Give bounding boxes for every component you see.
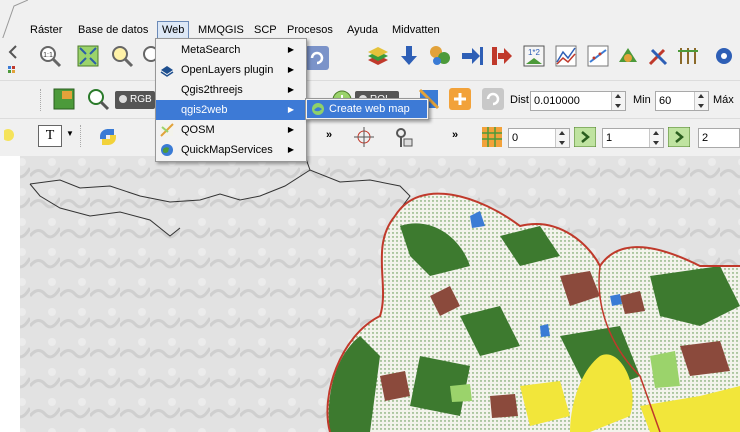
menu-item-qosm[interactable]: QOSM ▶ bbox=[156, 120, 306, 140]
band-value-3: 2 bbox=[702, 132, 709, 144]
min-spinbox[interactable]: 60 bbox=[655, 91, 709, 111]
import-icon[interactable] bbox=[460, 44, 484, 68]
menu-item-label: QOSM bbox=[181, 124, 215, 136]
rgb-dot-icon bbox=[119, 95, 127, 104]
tree-icon[interactable] bbox=[676, 44, 700, 68]
annotation-icon[interactable] bbox=[4, 127, 20, 143]
grip-dots-icon bbox=[8, 66, 15, 73]
refresh-icon[interactable] bbox=[305, 46, 329, 70]
band-spinbox-2[interactable]: 1 bbox=[602, 128, 664, 148]
zoom-layer-icon[interactable] bbox=[110, 44, 134, 68]
menu-item-metasearch[interactable]: MetaSearch ▶ bbox=[156, 40, 306, 60]
toolbar-separator bbox=[40, 89, 45, 111]
menu-help[interactable]: Ayuda bbox=[343, 22, 382, 38]
menu-item-label: QuickMapServices bbox=[181, 144, 273, 156]
toolbar-row-3: T ▼ » » 0 1 2 bbox=[0, 118, 740, 157]
create-web-map-label: Create web map bbox=[329, 103, 410, 115]
min-label: Min bbox=[633, 94, 651, 106]
spectral-plot-icon[interactable] bbox=[554, 44, 578, 68]
add-icon[interactable] bbox=[448, 87, 472, 111]
map-rendering bbox=[0, 156, 740, 432]
menu-mmqgis[interactable]: MMQGIS bbox=[194, 22, 248, 38]
scatter-plot-icon[interactable] bbox=[586, 44, 610, 68]
band-calc-icon[interactable]: 1*2 bbox=[522, 44, 546, 68]
spin-arrows-icon[interactable] bbox=[611, 92, 625, 110]
max-label: Máx bbox=[713, 94, 734, 106]
menu-item-label: qgis2web bbox=[181, 104, 228, 116]
create-web-map-item[interactable]: Create web map bbox=[307, 100, 427, 118]
menu-web[interactable]: Web bbox=[157, 21, 190, 39]
spin-arrows-icon[interactable] bbox=[694, 92, 708, 110]
spin-arrows-icon[interactable] bbox=[555, 129, 569, 147]
python-icon[interactable] bbox=[96, 125, 120, 149]
next-band-icon-2[interactable] bbox=[668, 127, 690, 147]
dist-spinbox[interactable]: 0.010000 bbox=[530, 91, 626, 111]
menu-item-quickmapservices[interactable]: QuickMapServices ▶ bbox=[156, 140, 306, 160]
menu-database[interactable]: Base de datos bbox=[74, 22, 152, 38]
rgb-label: RGB bbox=[130, 94, 152, 105]
menu-item-qgis2threejs[interactable]: Qgis2threejs ▶ bbox=[156, 80, 306, 100]
globe-icon bbox=[161, 144, 173, 156]
more-tools-button[interactable]: » bbox=[326, 129, 332, 141]
submenu-arrow-icon: ▶ bbox=[287, 105, 294, 114]
menu-processes[interactable]: Procesos bbox=[283, 22, 337, 38]
submenu-arrow-icon: ▶ bbox=[287, 85, 294, 94]
pan-back-icon[interactable] bbox=[6, 42, 30, 66]
qgis2web-icon bbox=[312, 103, 324, 115]
svg-text:1:1: 1:1 bbox=[43, 52, 53, 59]
more-tools-button-2[interactable]: » bbox=[452, 129, 458, 141]
dropdown-arrow-icon[interactable]: ▼ bbox=[66, 129, 74, 138]
min-value: 60 bbox=[659, 95, 672, 107]
submenu-arrow-icon: ▶ bbox=[287, 65, 294, 74]
toolbar-row-1: 1:1 1*2 bbox=[0, 38, 740, 80]
submenu-arrow-icon: ▶ bbox=[287, 145, 294, 154]
identify-pin-icon[interactable] bbox=[391, 125, 415, 149]
reset-icon[interactable] bbox=[481, 87, 505, 111]
zoom-full-icon[interactable] bbox=[76, 44, 100, 68]
map-canvas[interactable] bbox=[0, 156, 740, 432]
menu-bar: Ráster Base de datos Web MMQGIS SCP Proc… bbox=[0, 0, 740, 46]
settings-icon[interactable] bbox=[712, 44, 736, 68]
raster-input-icon[interactable] bbox=[52, 87, 76, 111]
toolbar-separator bbox=[80, 125, 85, 147]
zoom-pan-icon[interactable] bbox=[86, 87, 110, 111]
plugins-puzzle-icon[interactable] bbox=[428, 44, 452, 68]
svg-text:1*2: 1*2 bbox=[528, 48, 541, 57]
submenu-arrow-icon: ▶ bbox=[287, 45, 294, 54]
classification-icon[interactable] bbox=[616, 44, 640, 68]
menu-item-openlayers[interactable]: OpenLayers plugin ▶ bbox=[156, 60, 306, 80]
band-spinbox-3[interactable]: 2 bbox=[698, 128, 740, 148]
qgis2web-submenu: Create web map bbox=[305, 98, 429, 120]
dist-value: 0.010000 bbox=[534, 95, 580, 107]
menu-scp[interactable]: SCP bbox=[250, 22, 281, 38]
table-icon[interactable] bbox=[480, 125, 504, 149]
download-icon[interactable] bbox=[397, 44, 421, 68]
menu-item-label: OpenLayers plugin bbox=[181, 64, 274, 76]
menu-midvatten[interactable]: Midvatten bbox=[388, 22, 444, 38]
menu-item-label: MetaSearch bbox=[181, 44, 241, 56]
rgb-toggle[interactable]: RGB bbox=[115, 91, 155, 109]
text-annotation-icon[interactable]: T bbox=[38, 125, 62, 147]
menu-raster[interactable]: Ráster bbox=[26, 22, 66, 38]
band-spinbox-1[interactable]: 0 bbox=[508, 128, 570, 148]
qosm-icon bbox=[160, 123, 174, 137]
tools-icon[interactable] bbox=[646, 44, 670, 68]
zoom-native-icon[interactable]: 1:1 bbox=[38, 44, 62, 68]
openlayers-icon bbox=[160, 66, 174, 77]
band-value-1: 0 bbox=[512, 132, 519, 144]
export-icon[interactable] bbox=[490, 44, 514, 68]
next-band-icon[interactable] bbox=[574, 127, 596, 147]
crosshair-icon[interactable] bbox=[352, 125, 376, 149]
dist-label: Dist bbox=[510, 94, 529, 106]
band-value-2: 1 bbox=[606, 132, 613, 144]
submenu-arrow-icon: ▶ bbox=[287, 125, 294, 134]
spin-arrows-icon[interactable] bbox=[649, 129, 663, 147]
menu-item-qgis2web[interactable]: qgis2web ▶ bbox=[156, 100, 306, 120]
menu-item-label: Qgis2threejs bbox=[181, 84, 243, 96]
web-menu-dropdown: MetaSearch ▶ OpenLayers plugin ▶ Qgis2th… bbox=[155, 38, 307, 162]
layers-stack-icon[interactable] bbox=[366, 44, 390, 68]
